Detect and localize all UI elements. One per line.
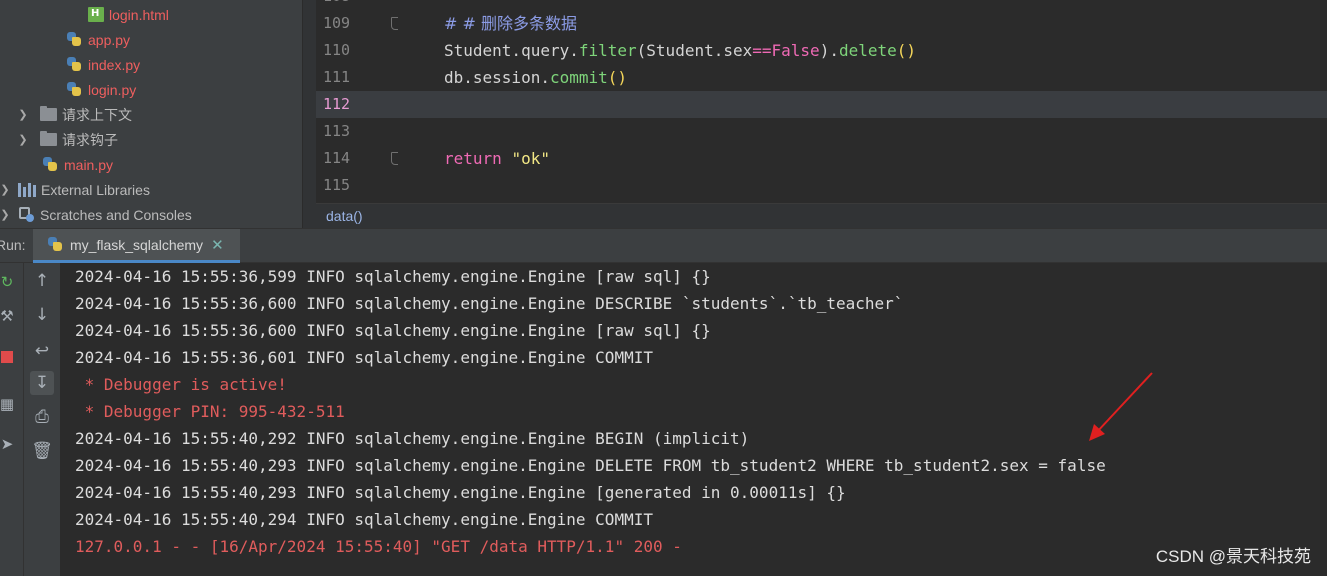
breadcrumb-item[interactable]: data() — [326, 208, 363, 224]
run-tab-label: my_flask_sqlalchemy — [70, 236, 204, 253]
code-line-110: Student.query.filter(Student.sex==False)… — [398, 37, 1327, 64]
code-line-109: # # 删除多条数据 — [398, 10, 1327, 37]
line-number: 111 — [323, 68, 351, 86]
line-number: 110 — [323, 41, 351, 59]
scroll-up-icon[interactable]: ↑ — [30, 269, 54, 293]
python-file-icon — [66, 31, 83, 48]
chevron-right-icon[interactable]: ❯ — [0, 183, 10, 197]
console-line-debugger: * Debugger is active! — [75, 375, 287, 394]
tree-item-request-context[interactable]: ❯ 请求上下文 — [0, 102, 302, 127]
html-file-icon — [88, 7, 104, 22]
libraries-icon — [18, 182, 36, 197]
run-left-toolbar: ↻ ⚒ ▦ ➤ — [0, 263, 24, 576]
tree-item-login-html[interactable]: login.html — [0, 2, 302, 27]
line-number: 109 — [323, 14, 351, 32]
console-toolbar: ↑ ↓ ↩ ↧ ⎙ 🗑 — [24, 263, 60, 576]
chevron-right-icon[interactable]: ❯ — [16, 108, 30, 122]
code-token-operator: == — [752, 41, 772, 60]
tree-item-login-py[interactable]: login.py — [0, 77, 302, 102]
console-line: 2024-04-16 15:55:36,600 INFO sqlalchemy.… — [75, 294, 904, 313]
scroll-to-end-icon[interactable]: ↧ — [30, 371, 54, 395]
layout-icon[interactable]: ▦ — [0, 395, 16, 413]
line-number: 108 — [316, 0, 398, 10]
run-configuration-tab[interactable]: my_flask_sqlalchemy ✕ — [33, 229, 240, 263]
code-line-112-current — [398, 91, 1327, 118]
code-token-function: commit — [549, 68, 608, 87]
tree-item-label: login.py — [88, 81, 137, 98]
line-number-active: 112 — [316, 91, 398, 118]
console-line: 2024-04-16 15:55:40,294 INFO sqlalchemy.… — [75, 510, 653, 529]
console-line: 2024-04-16 15:55:36,599 INFO sqlalchemy.… — [75, 267, 711, 286]
trash-icon[interactable]: 🗑 — [30, 439, 54, 463]
stop-icon[interactable] — [0, 349, 16, 367]
tree-item-label: 请求钩子 — [62, 131, 118, 148]
python-file-icon — [66, 81, 83, 98]
rerun-icon[interactable]: ↻ — [0, 273, 16, 291]
project-tree: login.html app.py index.py login.py ❯ 请求… — [0, 0, 302, 228]
tree-item-label: 请求上下文 — [62, 106, 132, 123]
code-token-function: delete — [838, 41, 897, 60]
chevron-right-icon[interactable]: ❯ — [0, 208, 10, 222]
tree-item-label: main.py — [64, 156, 114, 173]
tree-item-label: index.py — [88, 56, 141, 73]
watermark: CSDN @景天科技苑 — [1155, 547, 1311, 566]
tree-item-main-py[interactable]: main.py — [0, 152, 302, 177]
tree-item-label: Scratches and Consoles — [40, 206, 192, 223]
python-run-icon — [47, 236, 64, 253]
python-file-icon — [66, 56, 83, 73]
code-token-keyword: return — [444, 149, 502, 168]
scroll-down-icon[interactable]: ↓ — [30, 303, 54, 327]
tree-item-index-py[interactable]: index.py — [0, 52, 302, 77]
console-line-request-log: 127.0.0.1 - - [16/Apr/2024 15:55:40] "GE… — [75, 537, 682, 556]
code-editor[interactable]: # # 删除多条数据 Student.query.filter(Student.… — [398, 0, 1327, 203]
breadcrumb[interactable]: data() — [316, 203, 1327, 228]
chevron-right-icon[interactable]: ❯ — [16, 133, 30, 147]
code-token-paren: () — [896, 41, 917, 60]
annotation-arrow-icon — [1089, 372, 1153, 441]
line-number: 113 — [323, 122, 351, 140]
console-line: 2024-04-16 15:55:36,601 INFO sqlalchemy.… — [75, 348, 653, 367]
tree-item-app-py[interactable]: app.py — [0, 27, 302, 52]
folder-icon — [40, 106, 57, 121]
tree-item-label: login.html — [109, 6, 169, 23]
python-file-icon — [42, 156, 59, 173]
panel-divider[interactable] — [302, 0, 316, 228]
code-line-114: return "ok" — [398, 145, 1327, 172]
tree-item-request-hooks[interactable]: ❯ 请求钩子 — [0, 127, 302, 152]
tree-item-external-libraries[interactable]: ❯ External Libraries — [0, 177, 302, 202]
close-icon[interactable]: ✕ — [211, 236, 224, 254]
console-line: 2024-04-16 15:55:36,600 INFO sqlalchemy.… — [75, 321, 711, 340]
run-label: Run: — [0, 237, 26, 253]
pin-icon[interactable]: ➤ — [0, 435, 16, 453]
code-token-keyword: False — [771, 41, 820, 60]
editor-gutter: 108 109 110 111 112 113 114 115 — [316, 0, 402, 203]
tree-item-label: app.py — [88, 31, 131, 48]
scratches-icon — [18, 206, 35, 223]
console-line: 2024-04-16 15:55:40,292 INFO sqlalchemy.… — [75, 429, 750, 448]
code-token-paren: () — [607, 68, 628, 87]
code-token-function: filter — [578, 41, 637, 60]
code-token-string: "ok" — [511, 149, 550, 168]
console-line: 2024-04-16 15:55:40,293 INFO sqlalchemy.… — [75, 483, 846, 502]
run-toolwindow-header: Run: my_flask_sqlalchemy ✕ — [0, 228, 1327, 263]
print-icon[interactable]: ⎙ — [30, 405, 54, 429]
code-token: (Student.sex — [636, 41, 753, 60]
line-number: 115 — [323, 176, 351, 194]
wrench-icon[interactable]: ⚒ — [0, 307, 16, 325]
tree-item-label: External Libraries — [41, 181, 150, 198]
code-token: Student.query. — [444, 41, 579, 60]
code-token: ). — [819, 41, 839, 60]
code-line-111: db.session.commit() — [398, 64, 1327, 91]
soft-wrap-icon[interactable]: ↩ — [30, 339, 54, 363]
folder-icon — [40, 131, 57, 146]
code-token: db.session. — [444, 68, 550, 87]
tree-item-scratches[interactable]: ❯ Scratches and Consoles — [0, 202, 302, 227]
console-line-delete: 2024-04-16 15:55:40,293 INFO sqlalchemy.… — [75, 456, 1106, 475]
console-line-debugger-pin: * Debugger PIN: 995-432-511 — [75, 402, 345, 421]
code-comment: # # 删除多条数据 — [444, 14, 577, 33]
line-number: 114 — [323, 149, 351, 167]
